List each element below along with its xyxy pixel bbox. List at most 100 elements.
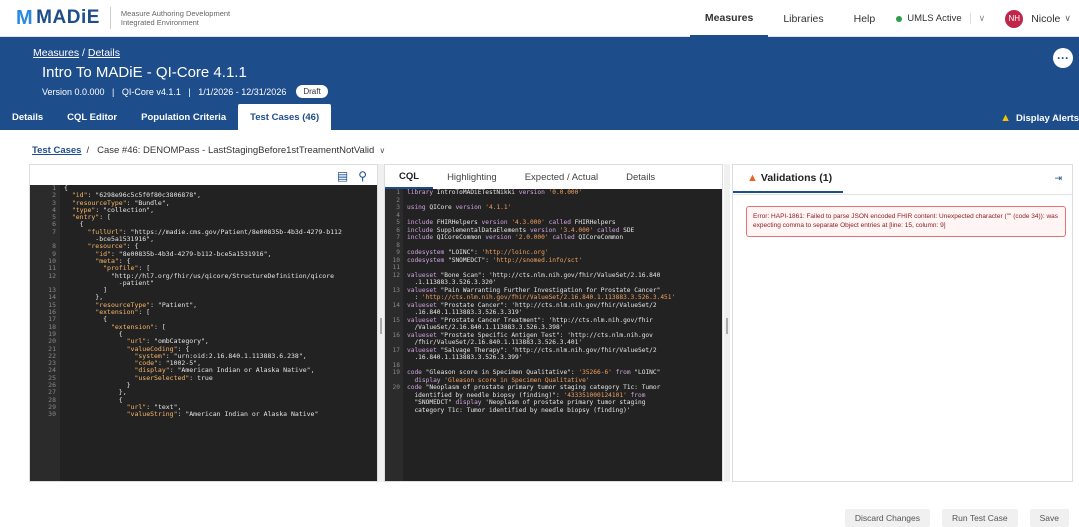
discard-changes-button[interactable]: Discard Changes xyxy=(844,509,931,527)
validation-error: Error: HAPI-1861: Failed to parse JSON e… xyxy=(746,206,1066,237)
line-number: 19 xyxy=(392,369,400,376)
json-code[interactable]: { "id": "6298e96c5c5f0f80c3806878", "res… xyxy=(64,185,377,419)
logo-divider xyxy=(109,7,111,29)
breadcrumb-measures[interactable]: Measures xyxy=(33,47,79,59)
code-line: valueset "Bone Scan": 'http://cts.nlm.ni… xyxy=(407,271,661,279)
user-menu-chevron-icon[interactable]: ∨ xyxy=(1064,13,1071,24)
line-number xyxy=(385,377,400,385)
measure-tabs: Details CQL Editor Population Criteria T… xyxy=(0,102,332,130)
file-icon[interactable]: ▤ xyxy=(337,169,348,183)
chevron-down-icon[interactable]: ∨ xyxy=(379,146,385,155)
save-button[interactable]: Save xyxy=(1029,509,1069,527)
code-line: include QICoreCommon version '2.0.000' c… xyxy=(407,234,624,241)
code-line: include SupplementalDataElements version… xyxy=(407,226,635,234)
test-case-title: Case #46: DENOMPass - LastStagingBefore1… xyxy=(97,145,375,156)
tab-cql-editor[interactable]: CQL Editor xyxy=(55,104,129,130)
logo-text: MADiE xyxy=(36,7,100,28)
line-number: 30 xyxy=(48,410,56,419)
code-line: "extension": [ xyxy=(95,308,151,317)
line-number: 14 xyxy=(392,301,400,309)
line-gutter: 1234567 8 9 10 11 12 13 14 15 16 17 18 19 20 21 22 23 2… xyxy=(30,185,60,481)
cql-viewer[interactable]: 1 2 3 4 5 6 7 8 9 10 11 12 13 14 15 16 17 18 19 20 l… xyxy=(385,189,722,481)
page-title: Intro To MADiE - QI-Core 4.1.1 xyxy=(42,64,247,81)
line-gutter: 1 2 3 4 5 6 7 8 9 10 11 12 13 14 15 16 17 18 19 20 xyxy=(385,189,403,481)
tab-highlighting[interactable]: Highlighting xyxy=(433,165,511,189)
tab-details[interactable]: Details xyxy=(0,104,55,130)
line-number: 8 xyxy=(396,241,400,249)
breadcrumb: Measures / Details xyxy=(33,47,120,59)
code-line: .16.840.1.113883.3.526.3.399' xyxy=(407,354,523,361)
code-line: code "Neoplasm of prostate primary tumor… xyxy=(407,384,661,391)
line-number: 12 xyxy=(392,271,400,279)
breadcrumb-test-cases[interactable]: Test Cases xyxy=(32,145,81,156)
code-line: using QICore version '4.1.1' xyxy=(407,204,512,211)
line-number xyxy=(385,324,400,332)
tab-expected-actual[interactable]: Expected / Actual xyxy=(511,165,612,189)
line-number xyxy=(385,399,400,407)
warning-icon: ▲ xyxy=(747,172,758,184)
logo-subtitle-1: Measure Authoring Development xyxy=(120,9,231,18)
line-number xyxy=(385,294,400,302)
code-line: /fhir/ValueSet/2.16.840.1.113883.3.526.3… xyxy=(407,339,583,346)
test-case-breadcrumb: Test Cases / Case #46: DENOMPass - LastS… xyxy=(32,145,385,156)
tab-test-cases[interactable]: Test Cases (46) xyxy=(238,104,332,130)
cql-code[interactable]: library IntroToMADiETestNikki version '0… xyxy=(407,189,718,414)
line-number: 10 xyxy=(392,256,400,264)
measure-header: Measures / Details Intro To MADiE - QI-C… xyxy=(0,37,1079,130)
cql-tabs: CQL Highlighting Expected / Actual Detai… xyxy=(385,165,669,189)
breadcrumb-details[interactable]: Details xyxy=(88,47,120,59)
nav-help[interactable]: Help xyxy=(839,0,891,37)
code-line: valueset "Pain Warranting Further Invest… xyxy=(407,286,661,294)
username[interactable]: Nicole xyxy=(1031,13,1060,25)
cql-panel: CQL Highlighting Expected / Actual Detai… xyxy=(384,164,723,482)
line-number: 15 xyxy=(392,316,400,324)
umls-status[interactable]: UMLS Active ∨ xyxy=(896,13,993,24)
json-editor[interactable]: 1234567 8 9 10 11 12 13 14 15 16 17 18 19 20 21 22 23 2… xyxy=(30,185,377,481)
code-line: valueset "Prostate Cancer": 'http://cts.… xyxy=(407,301,657,309)
line-number: 4 xyxy=(396,211,400,219)
logo-subtitle-2: Integrated Environment xyxy=(120,18,199,27)
avatar[interactable]: NH xyxy=(1005,9,1024,28)
status-badge: Draft xyxy=(296,85,328,98)
breadcrumb-separator: / xyxy=(86,145,90,156)
line-number: 2 xyxy=(396,196,400,204)
chevron-down-icon[interactable]: ∨ xyxy=(969,13,985,24)
tab-population-criteria[interactable]: Population Criteria xyxy=(129,104,238,130)
logo-m-icon: M xyxy=(16,6,34,29)
code-line: valueset "Salvage Therapy": 'http://cts.… xyxy=(407,346,657,354)
code-line: codesystem "SNOMEDCT": 'http://snomed.in… xyxy=(407,256,583,264)
search-icon[interactable]: ⚲ xyxy=(358,169,367,183)
code-line: codesystem "LOINC": 'http://loinc.org' xyxy=(407,249,549,256)
line-number: 5 xyxy=(396,219,400,226)
tab-validations[interactable]: ▲ Validations (1) xyxy=(733,165,843,193)
code-line: code "Gleason score in Specimen Qualitat… xyxy=(407,369,661,376)
line-number: 3 xyxy=(396,204,400,211)
line-number: 17 xyxy=(392,346,400,354)
run-test-case-button[interactable]: Run Test Case xyxy=(942,509,1018,527)
code-line: /ValueSet/2.16.840.1.113883.3.526.3.398' xyxy=(407,324,564,331)
code-line: "entry": [ xyxy=(71,213,111,222)
code-line: identified by needle biopsy (finding)": … xyxy=(407,391,646,399)
tab-cql[interactable]: CQL xyxy=(385,165,434,189)
line-number xyxy=(385,309,400,317)
code-line: display 'Gleason score in Specimen Quali… xyxy=(414,376,590,384)
display-alerts-button[interactable]: ▲ Display Alerts xyxy=(1000,112,1079,124)
nav-libraries[interactable]: Libraries xyxy=(768,0,838,37)
line-number: 9 xyxy=(396,249,400,256)
more-options-button[interactable]: ··· xyxy=(1053,48,1073,68)
json-editor-panel: ▤ ⚲ 1234567 8 9 10 11 12 13 14 15 16 17 18 19 20 21 2… xyxy=(29,164,378,482)
tab-cql-details[interactable]: Details xyxy=(612,165,669,189)
madie-logo[interactable]: M MADiE Measure Authoring Development Int… xyxy=(16,7,230,30)
splitter-handle[interactable] xyxy=(724,164,730,482)
measure-meta: Version 0.0.000 | QI-Core v4.1.1 | 1/1/2… xyxy=(42,86,287,97)
code-line: valueset "Prostate Cancer Treatment": 'h… xyxy=(407,316,653,324)
line-number xyxy=(385,392,400,400)
line-number: 18 xyxy=(392,361,400,369)
collapse-icon[interactable]: ⇥ xyxy=(1054,173,1062,184)
nav-measures[interactable]: Measures xyxy=(689,0,769,37)
line-number xyxy=(385,354,400,362)
